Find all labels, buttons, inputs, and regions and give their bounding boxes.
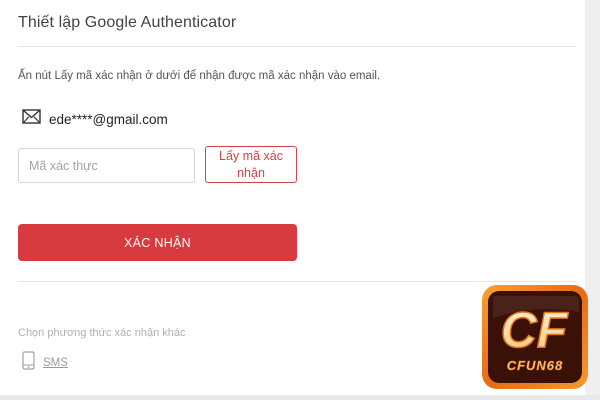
envelope-icon: [22, 109, 41, 129]
masked-email: ede****@gmail.com: [49, 111, 168, 127]
verification-code-input[interactable]: [18, 148, 195, 183]
email-row: ede****@gmail.com: [22, 108, 168, 130]
page-bottom-margin: [0, 395, 600, 400]
other-methods-heading: Chọn phương thức xác nhận khác: [18, 327, 186, 339]
brand-logo: CF CFUN68: [481, 284, 589, 390]
page-title: Thiết lập Google Authenticator: [18, 14, 237, 31]
sms-link[interactable]: SMS: [43, 357, 68, 369]
instruction-text: Ấn nút Lấy mã xác nhận ở dưới để nhận đư…: [18, 70, 381, 82]
logo-monogram: CF: [501, 302, 569, 358]
sms-option[interactable]: SMS: [22, 351, 68, 375]
mobile-phone-icon: [22, 351, 35, 375]
confirm-button[interactable]: XÁC NHẬN: [18, 224, 297, 261]
logo-wordmark: CFUN68: [507, 358, 564, 373]
title-divider: [18, 46, 576, 47]
section-divider: [18, 281, 576, 282]
get-code-button[interactable]: Lấy mã xác nhận: [205, 146, 297, 183]
